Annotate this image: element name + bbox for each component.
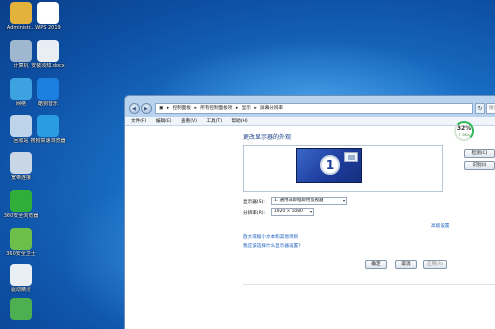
gauge-speed: ↑ 0K/s [458, 133, 470, 137]
monitor-preview: 1 [243, 145, 443, 192]
chevron-down-icon: ▾ [342, 198, 345, 203]
kugou-icon [37, 78, 59, 100]
desktop-icon[interactable]: 搜狗高速浏览器 [27, 115, 69, 144]
search-input[interactable]: 搜索 [486, 103, 495, 114]
breadcrumb-screen-resolution[interactable]: 屏幕分辨率 [260, 106, 283, 111]
gauge-percent: 32% [456, 125, 472, 132]
chevron-down-icon: ▾ [309, 209, 312, 214]
cancel-button[interactable]: 取消 [395, 260, 417, 269]
back-arrow-icon: ◀ [132, 106, 136, 112]
desktop-icon-label: 搜狗高速浏览器 [30, 138, 66, 144]
sogou-browser-icon [37, 115, 59, 137]
monitor-number: 1 [320, 155, 340, 175]
docx-icon [37, 40, 59, 62]
text-size-link[interactable]: 放大或缩小文本和其他项目 [243, 234, 298, 240]
resolution-select[interactable]: 1920 × 1080 ▾ [271, 208, 314, 216]
refresh-icon: ↻ [477, 105, 483, 112]
divider [243, 284, 495, 285]
menu-help[interactable]: 帮助(H) [232, 119, 248, 124]
desktop-icon-label: 驱动精灵 [10, 287, 31, 293]
identify-button[interactable]: 识别(I) [464, 161, 495, 170]
breadcrumb-sep: ▸ [235, 106, 239, 111]
forward-arrow-icon: ▶ [144, 106, 148, 112]
desktop-icon[interactable]: WPS 2019 [27, 2, 69, 31]
desktop-icon[interactable]: 360安全浏览器 [0, 190, 42, 219]
address-bar[interactable]: ▣ ▸ 控制面板 ▸ 所有控制面板项 ▸ 显示 ▸ 屏幕分辨率 [155, 103, 473, 114]
breadcrumb-sep: ▸ [166, 106, 170, 111]
folder-icon: ▣ [159, 106, 164, 111]
360-guard-icon [10, 228, 32, 250]
desktop-icon[interactable]: 驱动精灵 [0, 264, 42, 293]
desktop-icon-label: 宽带连接 [10, 175, 31, 181]
menu-tools[interactable]: 工具(T) [206, 119, 222, 124]
screen-resolution-window: ◀ ▶ ▣ ▸ 控制面板 ▸ 所有控制面板项 ▸ 显示 ▸ 屏幕分辨率 ↻ 搜索… [124, 95, 495, 329]
display-label: 显示器(S): [243, 200, 265, 205]
forward-button[interactable]: ▶ [141, 103, 152, 114]
desktop-icon[interactable]: 360安全卫士 [0, 228, 42, 257]
detect-button[interactable]: 检测(C) [464, 149, 495, 158]
content-pane: 更改显示器的外观 1 检测(C) 识别(I) 显示器(S): 1. 通用非即插即… [125, 126, 495, 329]
menu-bar: 文件(F) 编辑(E) 查看(V) 工具(T) 帮助(H) [125, 117, 495, 126]
which-settings-link[interactable]: 我应该选择什么显示器设置? [243, 243, 301, 249]
monitor-1[interactable]: 1 [296, 148, 362, 183]
desktop-icon-label: 酷狗音乐 [37, 101, 58, 107]
desktop-icon-label: 安装须知.docx [31, 63, 65, 69]
breadcrumb-control-panel[interactable]: 控制面板 [173, 106, 191, 111]
breadcrumb-sep: ▸ [254, 106, 257, 111]
driver-icon [10, 264, 32, 286]
advanced-settings-link[interactable]: 高级设置 [431, 223, 449, 229]
menu-edit[interactable]: 编辑(E) [156, 119, 172, 124]
desktop-icon-label: 360安全浏览器 [3, 213, 39, 219]
apply-button[interactable]: 应用(A) [423, 260, 447, 269]
search-placeholder: 搜索 [489, 106, 495, 111]
breadcrumb-all-items[interactable]: 所有控制面板项 [200, 106, 232, 111]
wps-icon [37, 2, 59, 24]
ok-button[interactable]: 确定 [365, 260, 387, 269]
menu-view[interactable]: 查看(V) [181, 119, 197, 124]
desktop-icon[interactable]: 宽带连接 [0, 152, 42, 181]
refresh-button[interactable]: ↻ [475, 103, 485, 114]
display-select[interactable]: 1. 通用非即插即用监视器 ▾ [271, 197, 347, 205]
desktop-icon[interactable] [0, 298, 42, 321]
desktop-icon[interactable]: 酷狗音乐 [27, 78, 69, 107]
page-title: 更改显示器的外观 [243, 134, 292, 141]
desktop-icon-label: 360安全卫士 [6, 251, 36, 257]
display-value: 1. 通用非即插即用监视器 [274, 198, 324, 203]
desktop-icon-label: WPS 2019 [35, 25, 61, 31]
window-icon [344, 152, 358, 162]
address-row: ◀ ▶ ▣ ▸ 控制面板 ▸ 所有控制面板项 ▸ 显示 ▸ 屏幕分辨率 ↻ 搜索 [125, 102, 495, 116]
breadcrumb-display[interactable]: 显示 [242, 106, 251, 111]
back-button[interactable]: ◀ [129, 103, 140, 114]
network-speed-gauge[interactable]: 32% ↑ 0K/s [454, 121, 474, 141]
shield-app-icon [10, 298, 32, 320]
broadband-icon [10, 152, 32, 174]
breadcrumb-sep: ▸ [194, 106, 197, 111]
resolution-value: 1920 × 1080 [274, 209, 303, 214]
resolution-label: 分辨率(R): [243, 211, 266, 216]
360-browser-icon [10, 190, 32, 212]
desktop-icon[interactable]: 安装须知.docx [27, 40, 69, 69]
menu-file[interactable]: 文件(F) [131, 119, 146, 124]
